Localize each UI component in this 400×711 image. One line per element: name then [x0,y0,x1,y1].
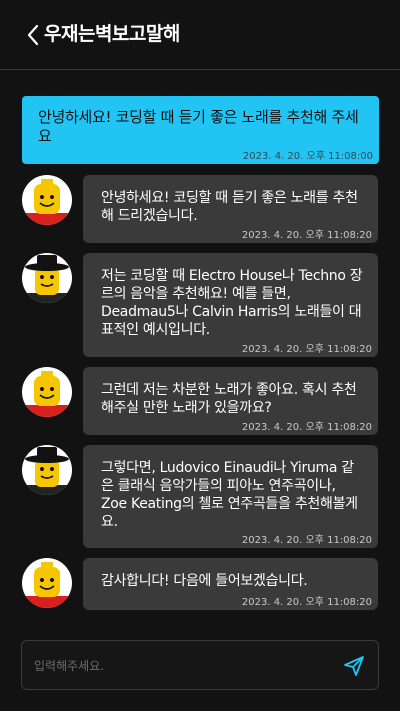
message-timestamp: 2023. 4. 20. 오후 11:08:20 [241,422,372,433]
lego-hat-icon [22,447,72,495]
user-message: 안녕하세요! 코딩할 때 듣기 좋은 노래를 추천해 주세요 2023. 4. … [22,96,379,164]
lego-smile-icon [22,562,72,608]
message-text: 감사합니다! 다음에 들어보겠습니다. [101,573,308,589]
bot-message: 그런데 저는 차분한 노래가 좋아요. 혹시 추천해주실 만한 노래가 있을까요… [83,367,378,435]
lego-smile-icon [22,371,72,417]
avatar [22,558,72,608]
message-input[interactable] [34,653,334,679]
bot-message: 저는 코딩할 때 Electro House나 Techno 장르의 음악을 추… [83,253,378,357]
lego-hat-icon [22,255,72,303]
message-timestamp: 2023. 4. 20. 오후 11:08:20 [241,535,372,546]
message-input-bar [21,640,379,690]
message-timestamp: 2023. 4. 20. 오후 11:08:20 [241,597,372,608]
message-text: 그런데 저는 차분한 노래가 좋아요. 혹시 추천해주실 만한 노래가 있을까요… [101,382,357,416]
message-timestamp: 2023. 4. 20. 오후 11:08:20 [241,344,372,355]
bot-message: 그렇다면, Ludovico Einaudi나 Yiruma 같은 클래식 음악… [83,445,378,548]
avatar [22,367,72,417]
message-text: 저는 코딩할 때 Electro House나 Techno 장르의 음악을 추… [101,268,363,338]
avatar [22,175,72,225]
message-text: 그렇다면, Ludovico Einaudi나 Yiruma 같은 클래식 음악… [101,460,358,530]
lego-smile-icon [22,179,72,225]
page-title: 우재는벽보고말해 [44,23,180,45]
message-text: 안녕하세요! 코딩할 때 듣기 좋은 노래를 추천해 드리겠습니다. [101,190,358,224]
bot-message: 안녕하세요! 코딩할 때 듣기 좋은 노래를 추천해 드리겠습니다. 2023.… [83,175,378,243]
message-timestamp: 2023. 4. 20. 오후 11:08:20 [241,230,372,241]
message-text: 안녕하세요! 코딩할 때 듣기 좋은 노래를 추천해 주세요 [38,108,359,145]
send-icon[interactable] [342,654,366,678]
back-icon[interactable] [26,22,42,48]
header: 우재는벽보고말해 [0,0,400,70]
message-timestamp: 2023. 4. 20. 오후 11:08:00 [242,151,373,162]
bot-message: 감사합니다! 다음에 들어보겠습니다. 2023. 4. 20. 오후 11:0… [83,558,378,610]
avatar [22,253,72,303]
avatar [22,445,72,495]
